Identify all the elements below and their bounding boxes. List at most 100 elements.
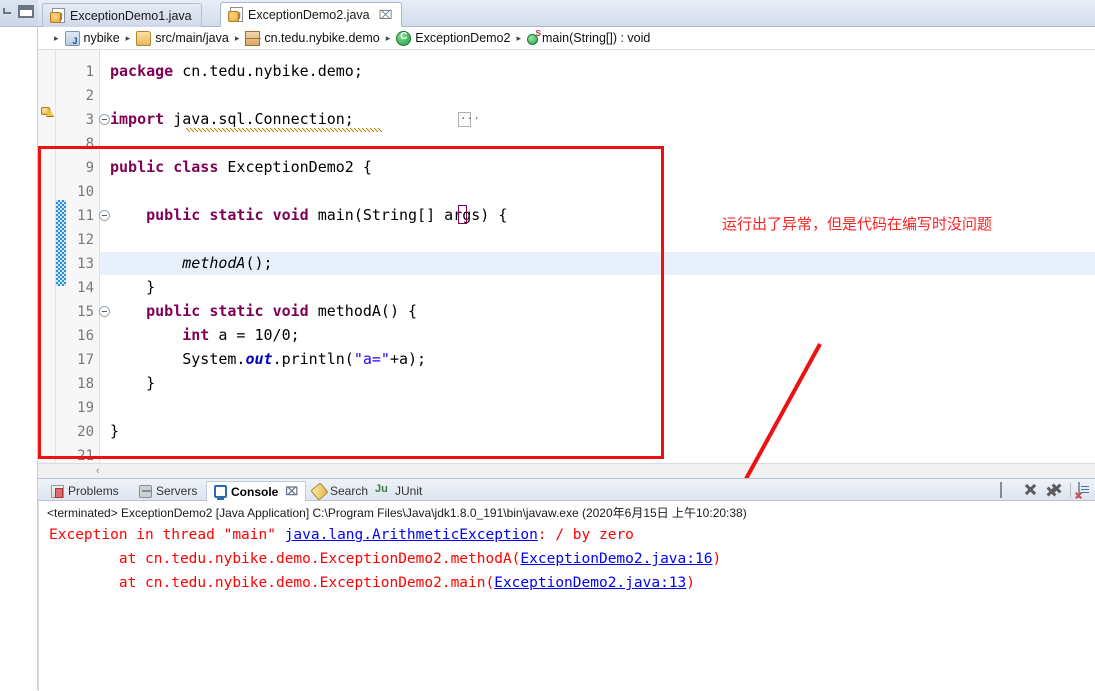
breadcrumb-item-class[interactable]: ExceptionDemo2 [396,30,511,46]
toolbar-divider [1070,483,1071,497]
editor-tab-bar: ExceptionDemo1.java ExceptionDemo2.java … [38,0,1095,27]
tab-problems[interactable]: Problems [44,481,126,501]
line-number: 18 [77,376,94,392]
tab-console[interactable]: Console ⌧ [206,481,307,501]
marker-column[interactable] [38,50,56,463]
line-number: 14 [77,280,94,296]
stacktrace-text: ) [712,551,722,567]
tab-search[interactable]: Search [306,481,375,501]
breadcrumb-label: src/main/java [155,31,229,45]
servers-icon [139,484,152,498]
source-folder-icon [136,30,152,46]
tab-label: Servers [156,484,198,498]
line-number: 19 [77,400,94,416]
stacktrace-text: at cn.tedu.nybike.demo.ExceptionDemo2.me… [49,551,521,567]
tab-label: Search [330,484,369,498]
close-icon[interactable]: ⌧ [285,485,298,498]
line-number: 15 [77,304,94,320]
fold-collapse-icon[interactable] [99,210,110,221]
package-icon [245,30,262,46]
stop-button[interactable] [1000,482,1002,498]
stacktrace-line-3: at cn.tedu.nybike.demo.ExceptionDemo2.ma… [49,575,695,591]
exception-link[interactable]: java.lang.ArithmeticException [285,527,538,543]
terminated-process-line: <terminated> ExceptionDemo2 [Java Applic… [47,506,747,520]
matching-bracket-box [458,205,467,224]
line-number: 9 [85,160,94,176]
tab-servers[interactable]: Servers [132,481,204,501]
breadcrumb-label: cn.tedu.nybike.demo [264,31,380,45]
code-line-11: public static void main(String[] args) { [146,206,508,224]
line-number: 2 [85,88,94,104]
annotation-note-text: 运行出了异常，但是代码在编写时没问题 [722,215,993,233]
tab-exception-demo2[interactable]: ExceptionDemo2.java ⌧ [220,2,403,27]
folded-imports-box[interactable] [458,109,480,127]
breadcrumb-label: ExceptionDemo2 [415,31,511,45]
line-number: 21 [77,448,94,463]
tab-label: ExceptionDemo2.java [248,7,370,22]
breadcrumb-label: nybike [83,31,120,45]
code-line-18: } [110,374,156,392]
line-number: 20 [77,424,94,440]
warning-icon[interactable] [41,105,54,118]
left-rail [0,0,38,690]
source-link[interactable]: ExceptionDemo2.java:16 [520,551,712,567]
code-line-3: import java.sql.Connection; [110,110,354,128]
stacktrace-text: : / by zero [537,527,634,543]
line-number: 16 [77,328,94,344]
left-rail-header [0,0,38,27]
junit-icon [375,483,391,498]
line-number: 13 [77,256,94,272]
editor-area: ExceptionDemo1.java ExceptionDemo2.java … [38,0,1095,478]
breadcrumb: ▸ nybike ▸ src/main/java ▸ cn.tedu.nybik… [38,27,1095,50]
scroll-left-arrow[interactable]: ‹ [96,465,100,477]
editor-horizontal-scrollbar[interactable]: ‹ [38,463,1095,478]
fold-collapse-icon[interactable] [99,306,110,317]
tab-label: Problems [68,484,119,498]
breadcrumb-label: main(String[]) : void [542,31,651,45]
code-line-16: int a = 10/0; [182,326,300,344]
restore-icon[interactable] [18,5,34,18]
code-line-9: public class ExceptionDemo2 { [110,158,372,176]
breadcrumb-item-method[interactable]: main(String[]) : void [527,29,651,45]
console-tab-bar: Problems Servers Console ⌧ Search JUnit [38,479,1095,501]
tab-exception-demo1[interactable]: ExceptionDemo1.java [42,3,202,27]
line-number: 10 [77,184,94,200]
code-line-13: methodA(); [182,254,273,272]
tab-junit[interactable]: JUnit [368,481,429,501]
warning-squiggle [186,128,382,132]
clear-console-button[interactable] [1078,482,1089,498]
code-editor[interactable]: 1 2 3 8 9 10 11 12 13 14 15 16 17 18 19 … [38,50,1095,463]
method-icon [527,29,541,45]
stacktrace-text: at cn.tedu.nybike.demo.ExceptionDemo2.ma… [49,575,495,591]
tab-label: Console [231,484,279,499]
source-link[interactable]: ExceptionDemo2.java:13 [494,575,686,591]
breadcrumb-separator: ▸ [125,32,131,43]
line-number: 1 [85,64,94,80]
line-number: 8 [85,136,94,152]
console-output[interactable]: <terminated> ExceptionDemo2 [Java Applic… [38,501,1095,691]
code-line-20: } [110,422,120,440]
breadcrumb-separator: ▸ [385,32,391,43]
stacktrace-text: Exception in thread "main" [49,527,285,543]
line-number: 12 [77,232,94,248]
console-icon [214,485,227,500]
tab-label: JUnit [395,484,423,498]
console-region: Problems Servers Console ⌧ Search JUnit … [38,478,1095,691]
stop-square-icon [1000,482,1002,498]
breadcrumb-item-package[interactable]: cn.tedu.nybike.demo [245,30,380,46]
breadcrumb-item-source-folder[interactable]: src/main/java [136,30,229,46]
left-rail-body [0,27,37,690]
breadcrumb-item-project[interactable]: nybike [64,30,120,46]
problems-icon [51,484,64,498]
java-file-icon [228,7,243,22]
fold-collapse-icon[interactable] [99,114,110,125]
clear-console-icon [1078,482,1089,498]
close-icon[interactable]: ⌧ [379,9,393,21]
project-icon [64,30,80,46]
java-file-icon [50,8,65,23]
code-line-17: System.out.println("a="+a); [110,350,427,368]
minimize-icon[interactable] [3,8,11,14]
class-icon [396,30,412,46]
tab-label: ExceptionDemo1.java [70,8,192,23]
breadcrumb-separator: ▸ [54,32,59,43]
